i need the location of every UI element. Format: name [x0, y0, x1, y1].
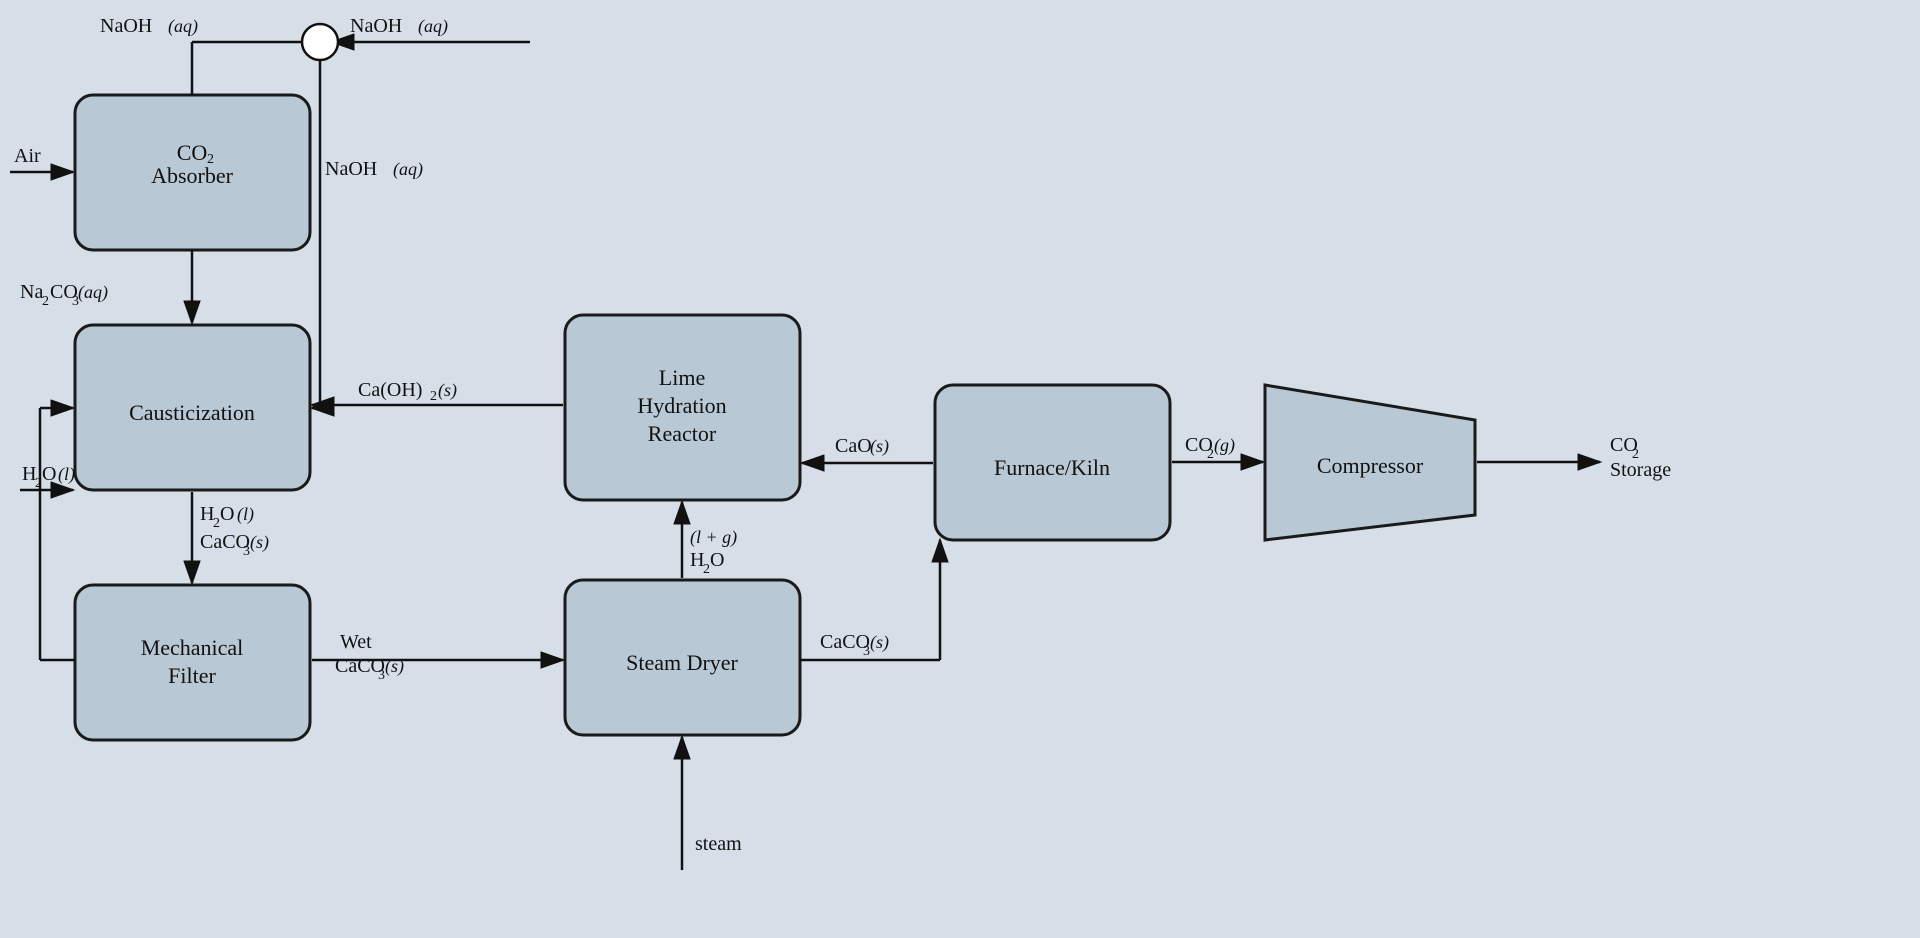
svg-text:(s): (s): [250, 532, 269, 553]
svg-text:2: 2: [430, 389, 437, 404]
svg-text:(l): (l): [237, 504, 254, 525]
wet-caco3-label1: Wet: [340, 631, 372, 653]
naoh-top-right-aq: (aq): [418, 16, 448, 37]
svg-text:O: O: [710, 549, 724, 571]
svg-text:2: 2: [703, 562, 710, 577]
h2o-lg-label2: (l + g): [690, 527, 737, 548]
steam-label: steam: [695, 833, 742, 855]
h2o-l-italic: (l): [58, 464, 75, 485]
naoh-top-left-aq: (aq): [168, 16, 198, 37]
co2-storage-label2: Storage: [1610, 459, 1671, 481]
svg-text:(s): (s): [385, 656, 404, 677]
svg-text:2: 2: [207, 152, 214, 167]
svg-text:3: 3: [243, 544, 250, 559]
lime-hydration-label1: Lime: [659, 365, 705, 390]
mechanical-filter-label2: Filter: [168, 663, 216, 688]
co2-absorber-label2: Absorber: [151, 163, 234, 188]
h2o-l-o: O: [42, 463, 56, 485]
na2co3-label: Na: [20, 281, 43, 303]
compressor-label: Compressor: [1317, 453, 1424, 478]
naoh-right-aq: (aq): [393, 159, 423, 180]
svg-text:3: 3: [863, 644, 870, 659]
caoh2-label: Ca(OH): [358, 379, 422, 401]
svg-text:O: O: [220, 503, 234, 525]
svg-text:2: 2: [213, 516, 220, 531]
steam-dryer-label: Steam Dryer: [626, 650, 738, 675]
process-flow-diagram: CO Absorber 2 Causticization Mechanical …: [0, 0, 1920, 933]
na2co3-aq: (aq): [78, 282, 108, 303]
cao-label: CaO: [835, 435, 872, 457]
co2-absorber-label: CO: [177, 140, 208, 165]
naoh-top-right-label: NaOH: [350, 15, 402, 37]
svg-text:(g): (g): [1214, 435, 1235, 456]
lime-hydration-label3: Reactor: [648, 421, 717, 446]
caoh2-s: (s): [438, 380, 457, 401]
causticization-label: Causticization: [129, 400, 255, 425]
lime-hydration-label2: Hydration: [637, 393, 726, 418]
naoh-top-left-label: NaOH: [100, 15, 152, 37]
svg-text:(s): (s): [870, 436, 889, 457]
mechanical-filter-label: Mechanical: [141, 635, 244, 660]
svg-text:3: 3: [378, 668, 385, 683]
naoh-right-label: NaOH: [325, 158, 377, 180]
svg-text:(s): (s): [870, 632, 889, 653]
furnace-kiln-label: Furnace/Kiln: [994, 455, 1110, 480]
air-label: Air: [14, 145, 41, 167]
svg-text:2: 2: [42, 294, 49, 309]
svg-text:2: 2: [1207, 447, 1214, 462]
